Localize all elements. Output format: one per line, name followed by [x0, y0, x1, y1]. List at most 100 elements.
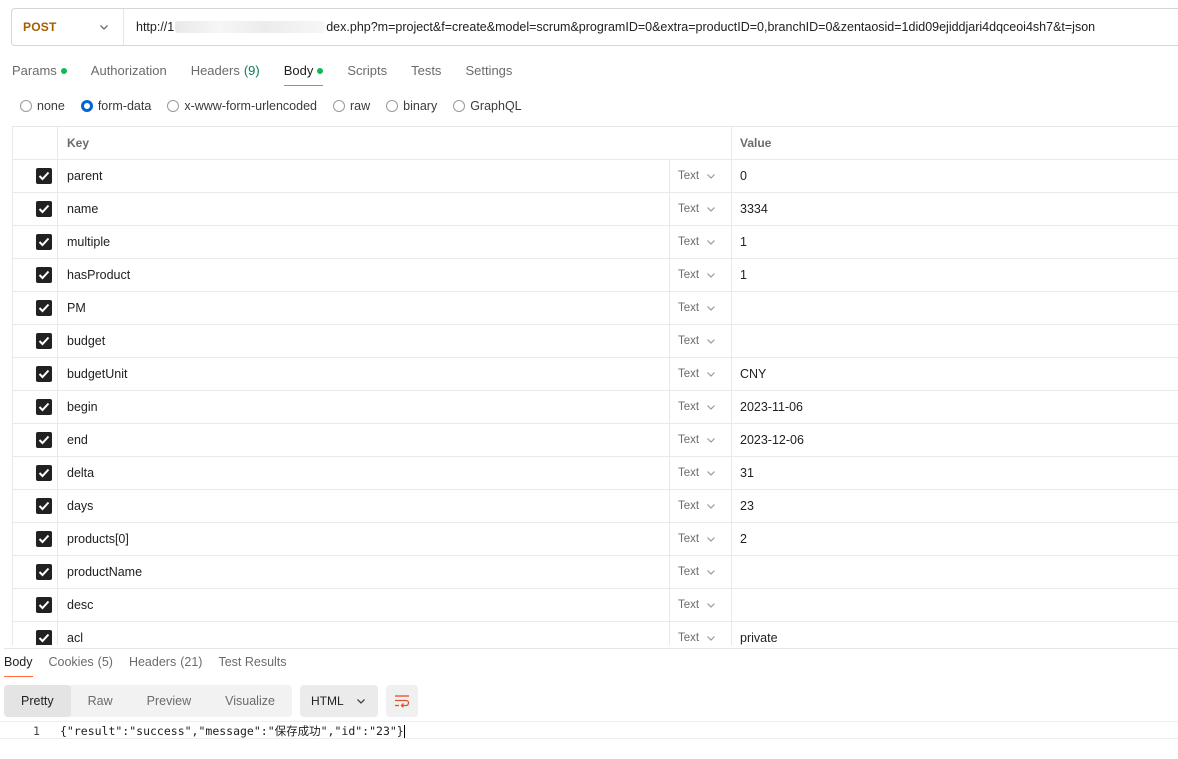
response-tab-body[interactable]: Body	[4, 649, 33, 677]
key-cell[interactable]: end	[58, 424, 670, 456]
value-cell[interactable]	[732, 325, 1178, 357]
radio-icon[interactable]	[333, 100, 345, 112]
response-tab-headers[interactable]: Headers (21)	[129, 649, 202, 677]
radio-icon[interactable]	[167, 100, 180, 112]
type-select[interactable]: Text	[670, 193, 732, 225]
body-type-graphql[interactable]: GraphQL	[453, 99, 522, 113]
table-row: multiple Text 1	[12, 226, 1178, 259]
row-checkbox[interactable]	[36, 234, 52, 250]
row-checkbox[interactable]	[36, 597, 52, 613]
key-cell[interactable]: productName	[58, 556, 670, 588]
form-data-table: Key Value parent Text 0 name Text 3334 multipl…	[12, 126, 1178, 645]
type-select[interactable]: Text	[670, 292, 732, 324]
type-select[interactable]: Text	[670, 523, 732, 555]
view-raw[interactable]: Raw	[71, 685, 130, 717]
key-cell[interactable]: hasProduct	[58, 259, 670, 291]
value-cell[interactable]: private	[732, 622, 1178, 645]
value-cell[interactable]: 23	[732, 490, 1178, 522]
view-visualize[interactable]: Visualize	[208, 685, 292, 717]
wrap-lines-button[interactable]	[385, 685, 418, 717]
response-body-editor[interactable]: 1 {"result":"success","message":"保存成功","…	[0, 721, 1178, 739]
key-cell[interactable]: name	[58, 193, 670, 225]
type-select[interactable]: Text	[670, 457, 732, 489]
chevron-down-icon	[100, 25, 108, 30]
type-select[interactable]: Text	[670, 622, 732, 645]
row-checkbox[interactable]	[36, 333, 52, 349]
key-cell[interactable]: begin	[58, 391, 670, 423]
value-cell[interactable]: 2023-12-06	[732, 424, 1178, 456]
key-cell[interactable]: parent	[58, 160, 670, 192]
view-pretty[interactable]: Pretty	[4, 685, 71, 717]
tab-body[interactable]: Body	[283, 56, 324, 86]
value-cell[interactable]: 31	[732, 457, 1178, 489]
key-cell[interactable]: budgetUnit	[58, 358, 670, 390]
row-checkbox[interactable]	[36, 366, 52, 382]
type-select[interactable]: Text	[670, 589, 732, 621]
row-checkbox[interactable]	[36, 267, 52, 283]
tab-scripts[interactable]: Scripts	[347, 56, 387, 86]
value-cell[interactable]: 2023-11-06	[732, 391, 1178, 423]
row-checkbox[interactable]	[36, 531, 52, 547]
value-cell[interactable]: CNY	[732, 358, 1178, 390]
type-select[interactable]: Text	[670, 160, 732, 192]
radio-icon[interactable]	[20, 100, 32, 112]
value-cell[interactable]: 1	[732, 226, 1178, 258]
tab-headers[interactable]: Headers (9)	[191, 56, 260, 86]
tab-settings[interactable]: Settings	[465, 56, 512, 86]
response-tab-test-results[interactable]: Test Results	[218, 649, 286, 677]
body-type-binary[interactable]: binary	[386, 99, 437, 113]
value-cell[interactable]	[732, 589, 1178, 621]
key-cell[interactable]: products[0]	[58, 523, 670, 555]
type-select[interactable]: Text	[670, 490, 732, 522]
row-checkbox[interactable]	[36, 168, 52, 184]
row-checkbox[interactable]	[36, 465, 52, 481]
tab-tests[interactable]: Tests	[411, 56, 441, 86]
type-select[interactable]: Text	[670, 391, 732, 423]
value-cell[interactable]: 3334	[732, 193, 1178, 225]
type-select[interactable]: Text	[670, 424, 732, 456]
row-checkbox[interactable]	[36, 300, 52, 316]
request-tabs: Params Authorization Headers (9) Body Scripts…	[12, 56, 536, 86]
value-cell[interactable]	[732, 292, 1178, 324]
key-cell[interactable]: multiple	[58, 226, 670, 258]
radio-icon[interactable]	[386, 100, 399, 112]
value-cell[interactable]: 2	[732, 523, 1178, 555]
response-tab-cookies[interactable]: Cookies (5)	[49, 649, 113, 677]
type-select[interactable]: Text	[670, 325, 732, 357]
type-select[interactable]: Text	[670, 358, 732, 390]
key-text: delta	[67, 466, 95, 480]
row-checkbox[interactable]	[36, 201, 52, 217]
key-cell[interactable]: PM	[58, 292, 670, 324]
body-type-form-data[interactable]: form-data	[80, 99, 151, 113]
key-cell[interactable]: desc	[58, 589, 670, 621]
radio-icon[interactable]	[80, 100, 93, 112]
body-type-x-www-form-urlencoded[interactable]: x-www-form-urlencoded	[167, 99, 317, 113]
table-row: end Text 2023-12-06	[12, 424, 1178, 457]
row-checkbox[interactable]	[36, 432, 52, 448]
format-select[interactable]: HTML	[299, 685, 378, 717]
tab-label: Settings	[465, 63, 513, 78]
tab-authorization[interactable]: Authorization	[91, 56, 167, 86]
row-checkbox[interactable]	[36, 564, 52, 580]
key-cell[interactable]: delta	[58, 457, 670, 489]
body-type-raw[interactable]: raw	[333, 99, 370, 113]
type-select[interactable]: Text	[670, 556, 732, 588]
type-select[interactable]: Text	[670, 259, 732, 291]
tab-params[interactable]: Params	[12, 56, 67, 86]
row-checkbox[interactable]	[36, 399, 52, 415]
chevron-down-icon	[707, 405, 716, 410]
value-cell[interactable]: 1	[732, 259, 1178, 291]
radio-icon[interactable]	[453, 100, 466, 112]
key-cell[interactable]: acl	[58, 622, 670, 645]
key-cell[interactable]: budget	[58, 325, 670, 357]
view-preview[interactable]: Preview	[130, 685, 208, 717]
key-cell[interactable]: days	[58, 490, 670, 522]
url-input[interactable]: http://1 dex.php?m=project&f=create&mode…	[124, 20, 1095, 34]
type-select[interactable]: Text	[670, 226, 732, 258]
row-checkbox[interactable]	[36, 498, 52, 514]
body-type-none[interactable]: none	[20, 99, 65, 113]
value-cell[interactable]	[732, 556, 1178, 588]
row-checkbox[interactable]	[36, 630, 52, 645]
value-cell[interactable]: 0	[732, 160, 1178, 192]
method-select[interactable]: POST	[12, 9, 124, 45]
